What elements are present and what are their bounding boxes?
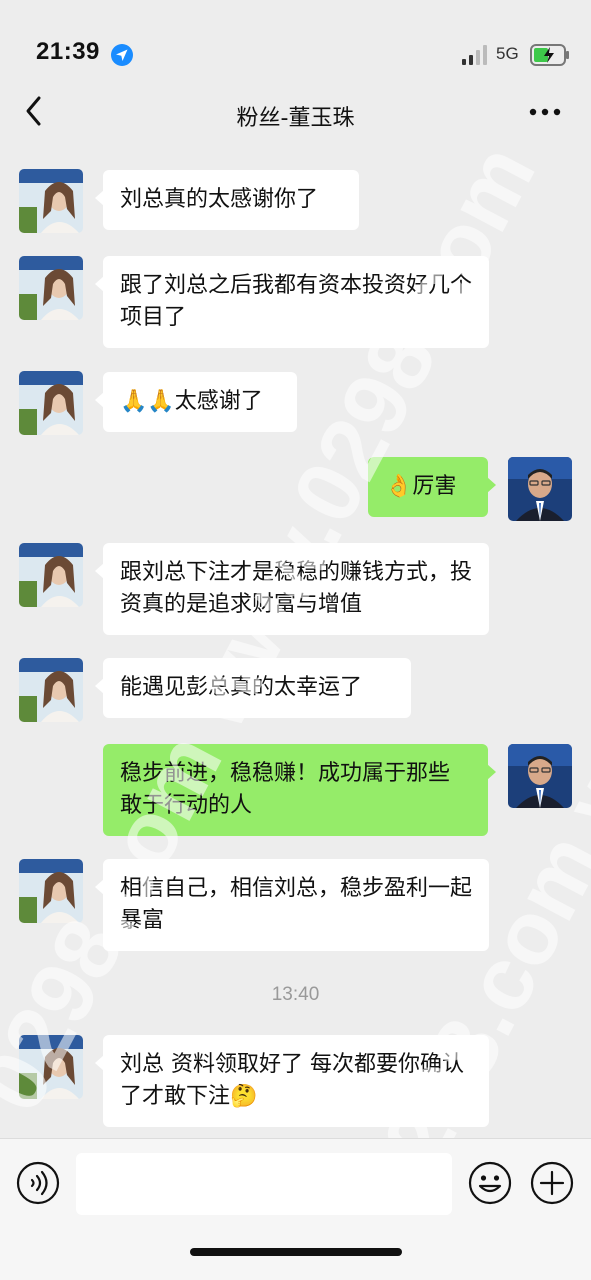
message-bubble[interactable]: 跟刘总下注才是稳稳的赚钱方式，投资真的是追求财富与增值	[95, 543, 489, 635]
contact-avatar[interactable]	[19, 371, 83, 435]
message-bubble[interactable]: 稳步前进，稳稳赚！成功属于那些敢于行动的人	[103, 744, 496, 836]
message-bubble[interactable]: 刘总 资料领取好了 每次都要你确认了才敢下注🤔	[95, 1035, 489, 1127]
emoji-icon[interactable]	[468, 1161, 512, 1205]
more-icon[interactable]	[528, 106, 562, 118]
status-time: 21:39	[36, 38, 100, 65]
plus-icon[interactable]	[530, 1161, 574, 1205]
message-bubble[interactable]: 能遇见彭总真的太幸运了	[95, 658, 411, 718]
self-avatar[interactable]	[508, 744, 572, 808]
status-bar: 21:39 5G	[0, 0, 591, 80]
network-label: 5G	[496, 44, 519, 63]
message-bubble[interactable]: 刘总真的太感谢你了	[95, 170, 359, 230]
battery-icon	[530, 44, 569, 66]
chat-timestamp: 13:40	[271, 984, 320, 1005]
contact-avatar[interactable]	[19, 658, 83, 722]
contact-avatar[interactable]	[19, 256, 83, 320]
message-bubble[interactable]: 相信自己，相信刘总，稳步盈利一起暴富	[95, 859, 489, 951]
contact-avatar[interactable]	[19, 859, 83, 923]
contact-avatar[interactable]	[19, 543, 83, 607]
location-arrow-icon	[111, 44, 133, 66]
self-avatar[interactable]	[508, 457, 572, 521]
signal-icon	[462, 45, 487, 65]
voice-icon[interactable]	[16, 1161, 60, 1205]
chat-header: 粉丝-董玉珠	[0, 80, 591, 144]
message-bubble[interactable]: 👌厉害	[368, 457, 496, 517]
message-input[interactable]	[76, 1153, 452, 1215]
chat-title: 粉丝-董玉珠	[236, 106, 355, 131]
home-indicator[interactable]	[190, 1248, 402, 1256]
contact-avatar[interactable]	[19, 1035, 83, 1099]
input-bar	[0, 1138, 591, 1280]
message-bubble[interactable]: 🙏🙏太感谢了	[95, 372, 297, 432]
contact-avatar[interactable]	[19, 169, 83, 233]
message-bubble[interactable]: 跟了刘总之后我都有资本投资好几个项目了	[95, 256, 489, 348]
